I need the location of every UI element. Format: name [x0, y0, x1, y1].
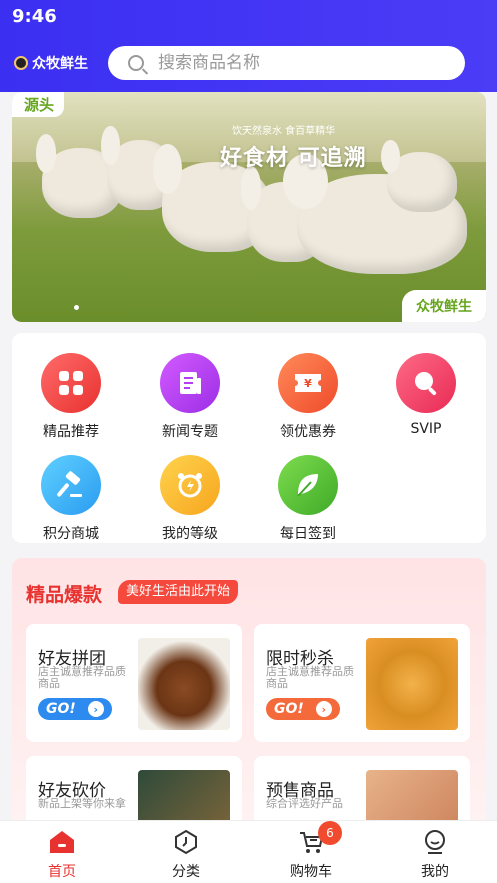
menu-item-points-mall[interactable]: 积分商城 [21, 455, 121, 543]
menu-item-news[interactable]: 新闻专题 [140, 353, 240, 441]
cart-count-badge: 6 [318, 821, 342, 845]
alarm-icon [160, 455, 220, 515]
status-time: 9:46 [12, 6, 57, 27]
carousel-indicator[interactable] [74, 305, 79, 310]
coupon-icon: ¥ [278, 353, 338, 413]
menu-grid: 精品推荐 新闻专题 ¥ 领优惠券 SVIP 积分商城 我的等级 每日签到 [12, 333, 486, 543]
brand-name: 众牧鲜生 [32, 56, 88, 72]
tab-category[interactable]: 分类 [146, 829, 226, 881]
menu-item-recommend[interactable]: 精品推荐 [21, 353, 121, 441]
menu-label: 领优惠券 [280, 424, 336, 440]
pastry-image [366, 638, 458, 730]
hero-banner[interactable]: 源头 饮天然泉水 食百草精华 好食材 可追溯 众牧鲜生 [12, 92, 486, 322]
promo-desc: 店主诚意推荐品质商品 [38, 665, 126, 690]
tab-cart[interactable]: 6 购物车 [271, 821, 351, 881]
banner-brand: 众牧鲜生 [402, 290, 486, 322]
tab-home[interactable]: 首页 [22, 829, 102, 881]
banner-title: 好食材 可追溯 [220, 145, 367, 171]
featured-title: 精品爆款 [26, 584, 103, 606]
tab-label: 首页 [48, 864, 76, 880]
menu-label: 我的等级 [162, 526, 218, 542]
tab-label: 购物车 [290, 864, 332, 880]
go-label: GO! [46, 701, 76, 717]
menu-item-my-level[interactable]: 我的等级 [140, 455, 240, 543]
menu-label: 精品推荐 [43, 424, 99, 440]
promo-desc: 综合评选好产品 [266, 797, 343, 810]
cart-icon: 6 [298, 821, 342, 855]
arrow-right-icon: › [315, 701, 332, 717]
go-label: GO! [274, 701, 304, 717]
featured-section: 精品爆款 美好生活由此开始 好友拼团 店主诚意推荐品质商品 GO! › 限时秒杀… [12, 558, 486, 858]
promo-flash-sale[interactable]: 限时秒杀 店主诚意推荐品质商品 GO! › [254, 624, 470, 742]
search-vip-icon [396, 353, 456, 413]
search-bar[interactable] [108, 46, 465, 80]
go-button[interactable]: GO! › [38, 698, 112, 720]
grid-icon [41, 353, 101, 413]
category-icon [173, 829, 199, 855]
menu-label: 新闻专题 [162, 424, 218, 440]
profile-icon [422, 829, 448, 855]
promo-desc: 店主诚意推荐品质商品 [266, 665, 354, 690]
promo-group-buy[interactable]: 好友拼团 店主诚意推荐品质商品 GO! › [26, 624, 242, 742]
bottom-tab-bar: 首页 分类 6 购物车 我的 [0, 820, 497, 883]
search-input[interactable] [158, 53, 438, 73]
menu-item-svip[interactable]: SVIP [376, 353, 476, 437]
arrow-right-icon: › [87, 701, 104, 717]
promo-desc: 新品上架等你来拿 [38, 797, 126, 810]
search-icon [128, 55, 144, 71]
menu-item-daily-checkin[interactable]: 每日签到 [258, 455, 358, 543]
svg-text:¥: ¥ [304, 377, 312, 390]
brand-logo-icon [14, 56, 28, 70]
lamb-chop-image [138, 638, 230, 730]
banner-subtitle: 饮天然泉水 食百草精华 [232, 126, 336, 137]
menu-item-coupon[interactable]: ¥ 领优惠券 [258, 353, 358, 441]
featured-tag: 美好生活由此开始 [118, 580, 239, 604]
menu-label: 积分商城 [43, 526, 99, 542]
menu-label: 每日签到 [280, 526, 336, 542]
tab-label: 我的 [421, 864, 449, 880]
hammer-icon [41, 455, 101, 515]
brand[interactable]: 众牧鲜生 [14, 53, 88, 73]
banner-corner-tag: 源头 [12, 92, 65, 117]
leaf-icon [278, 455, 338, 515]
news-icon [160, 353, 220, 413]
home-icon [49, 829, 75, 855]
menu-label: SVIP [410, 421, 442, 437]
go-button[interactable]: GO! › [266, 698, 340, 720]
tab-label: 分类 [172, 864, 200, 880]
sheep-image [381, 140, 457, 212]
top-header: 9:46 众牧鲜生 [0, 0, 497, 92]
tab-profile[interactable]: 我的 [395, 829, 475, 881]
